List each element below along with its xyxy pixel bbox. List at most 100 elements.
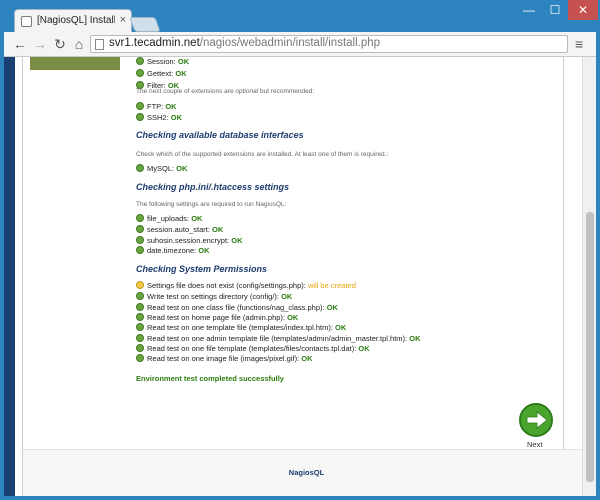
- page-frame: Session: OK Gettext: OK Filter: OK The n…: [22, 57, 590, 496]
- ok-check-icon: [136, 69, 144, 77]
- check-row: Read test on one admin template file (te…: [136, 334, 420, 344]
- check-status: OK: [177, 57, 190, 66]
- note-suffix: but recommended:: [258, 88, 315, 95]
- ok-check-icon: [136, 236, 144, 244]
- footer-text: NagiosQL: [288, 468, 325, 477]
- install-page: Session: OK Gettext: OK Filter: OK The n…: [15, 57, 590, 496]
- warning-circle-icon: [136, 281, 144, 289]
- check-label: Write test on settings directory (config…: [147, 292, 279, 301]
- ok-check-icon: [136, 323, 144, 331]
- check-label: Read test on one class file (functions/n…: [147, 303, 325, 312]
- check-label: Read test on one admin template file (te…: [147, 334, 408, 343]
- check-label: SSH2:: [147, 113, 169, 122]
- check-row: file_uploads: OK: [136, 214, 202, 224]
- home-icon[interactable]: ⌂: [71, 35, 87, 53]
- browser-menu-icon[interactable]: ≡: [575, 35, 583, 53]
- ok-check-icon: [136, 57, 144, 65]
- vertical-scrollbar[interactable]: [582, 57, 596, 496]
- check-status: OK: [198, 246, 210, 255]
- check-status: OK: [335, 323, 347, 332]
- close-window-button[interactable]: ✕: [568, 0, 598, 20]
- db-note: Check which of the supported extensions …: [136, 151, 389, 158]
- ok-check-icon: [136, 334, 144, 342]
- perm-heading: Checking System Permissions: [136, 264, 268, 274]
- page-viewport: Session: OK Gettext: OK Filter: OK The n…: [4, 57, 596, 496]
- nagiosql-logo: [30, 57, 120, 70]
- check-row: Gettext: OK: [136, 69, 187, 79]
- check-row: date.timezone: OK: [136, 246, 210, 256]
- check-status: OK: [409, 334, 421, 343]
- check-label: suhosin.session.encrypt:: [147, 236, 230, 245]
- check-label: session.auto_start:: [147, 225, 210, 234]
- php-heading: Checking php.ini/.htaccess settings: [136, 182, 290, 192]
- new-tab-button[interactable]: [129, 17, 161, 32]
- ok-check-icon: [136, 292, 144, 300]
- scrollbar-thumb[interactable]: [586, 212, 594, 482]
- tab-favicon-icon: [21, 16, 32, 27]
- check-label: Read test on home page file (admin.php):: [147, 313, 285, 322]
- page-footer: NagiosQL: [23, 449, 590, 496]
- db-heading: Checking available database interfaces: [136, 130, 304, 140]
- check-row: Read test on one file template (template…: [136, 344, 370, 354]
- check-label: Read test on one template file (template…: [147, 323, 333, 332]
- check-label: Settings file does not exist (config/set…: [147, 281, 306, 290]
- ok-check-icon: [136, 113, 144, 121]
- check-label: MySQL:: [147, 164, 175, 173]
- check-label: Session:: [147, 57, 176, 66]
- forward-arrow-icon[interactable]: →: [32, 35, 48, 53]
- check-row: Read test on home page file (admin.php):…: [136, 313, 298, 323]
- maximize-button[interactable]: ☐: [542, 0, 568, 20]
- check-status: OK: [287, 313, 299, 322]
- browser-tab[interactable]: [NagiosQL] Installation W... ×: [14, 9, 132, 33]
- ok-check-icon: [136, 214, 144, 222]
- check-status: OK: [165, 102, 177, 111]
- check-status: OK: [191, 214, 203, 223]
- php-note: The following settings are required to r…: [136, 201, 287, 208]
- check-label: Gettext:: [147, 69, 174, 78]
- check-row: Read test on one class file (functions/n…: [136, 303, 338, 313]
- next-arrow-icon: [526, 411, 548, 429]
- url-text: svr1.tecadmin.net/nagios/webadmin/instal…: [109, 37, 380, 49]
- ok-check-icon: [136, 246, 144, 254]
- note-prefix: The next couple of extensions are: [136, 88, 236, 95]
- check-row: MySQL: OK: [136, 164, 187, 174]
- check-row: Write test on settings directory (config…: [136, 292, 292, 302]
- check-status: OK: [176, 164, 188, 173]
- browser-toolbar: ← → ↻ ⌂ svr1.tecadmin.net/nagios/webadmi…: [4, 32, 596, 57]
- check-row: FTP: OK: [136, 102, 177, 112]
- ok-check-icon: [136, 354, 144, 362]
- reload-icon[interactable]: ↻: [52, 35, 68, 53]
- url-host: svr1.tecadmin.net: [109, 37, 200, 49]
- check-row: Session: OK: [136, 57, 189, 67]
- url-path: /nagios/webadmin/install/install.php: [199, 37, 381, 49]
- minimize-button[interactable]: —: [516, 0, 542, 20]
- next-button[interactable]: [519, 403, 553, 437]
- browser-titlebar: [NagiosQL] Installation W... × — ☐ ✕: [0, 0, 600, 33]
- check-status: OK: [301, 354, 313, 363]
- next-label[interactable]: Next: [527, 440, 542, 449]
- check-row: suhosin.session.encrypt: OK: [136, 236, 242, 246]
- check-row: session.auto_start: OK: [136, 225, 223, 235]
- check-row: Read test on one image file (images/pixe…: [136, 354, 313, 364]
- success-message: Environment test completed successfully: [136, 374, 284, 383]
- back-arrow-icon[interactable]: ←: [12, 35, 28, 53]
- check-row: Read test on one template file (template…: [136, 323, 346, 333]
- ok-check-icon: [136, 313, 144, 321]
- check-status: OK: [281, 292, 293, 301]
- check-status: OK: [231, 236, 243, 245]
- page-icon: [95, 39, 104, 50]
- ok-check-icon: [136, 102, 144, 110]
- optional-note: The next couple of extensions are option…: [136, 88, 314, 95]
- tab-title: [NagiosQL] Installation W...: [37, 15, 115, 26]
- check-row-warning: Settings file does not exist (config/set…: [136, 281, 356, 291]
- address-bar[interactable]: svr1.tecadmin.net/nagios/webadmin/instal…: [90, 35, 568, 53]
- tab-close-icon[interactable]: ×: [120, 14, 126, 26]
- ok-check-icon: [136, 164, 144, 172]
- check-row: SSH2: OK: [136, 113, 182, 123]
- check-status: will be created: [307, 281, 356, 290]
- check-status: OK: [170, 113, 183, 122]
- check-label: Read test on one image file (images/pixe…: [147, 354, 300, 363]
- check-status: OK: [175, 69, 187, 78]
- note-emphasis: optional: [235, 88, 259, 95]
- ok-check-icon: [136, 303, 144, 311]
